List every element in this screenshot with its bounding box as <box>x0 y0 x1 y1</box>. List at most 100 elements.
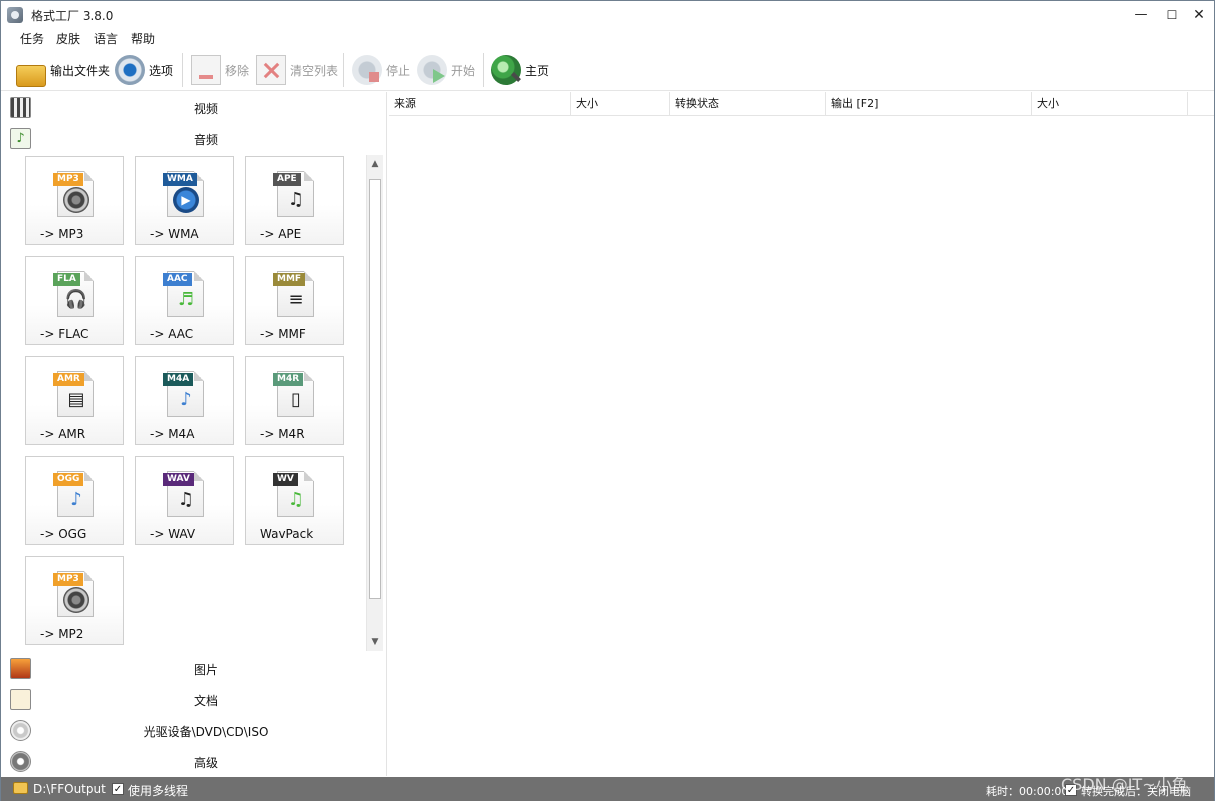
format-grid-scrollbar[interactable]: ▲ ▼ <box>366 155 383 651</box>
audio-format-grid: MP3 -> MP3 WMA ▶ -> WMA APE ♫ -> APE FLA 🎧 -> FLAC… <box>1 154 386 651</box>
format-label: -> M4A <box>150 427 195 441</box>
elapsed-time: 耗时：00:00:00 <box>986 785 1069 798</box>
category-audio-label: 音频 <box>193 133 218 147</box>
format-tile[interactable]: MP3 -> MP3 <box>25 156 124 245</box>
folder-icon[interactable] <box>13 782 28 794</box>
format-tile[interactable]: AMR ▤ -> AMR <box>25 356 124 445</box>
format-tile[interactable]: MMF ≡ -> MMF <box>245 256 344 345</box>
format-label: -> MMF <box>260 327 306 341</box>
format-tile[interactable]: OGG ♪ -> OGG <box>25 456 124 545</box>
column-status[interactable]: 转换状态 <box>670 92 826 116</box>
start-icon <box>417 55 447 85</box>
document-icon: ≡ <box>288 289 304 310</box>
toolbar: 输出文件夹 选项 移除 清空列表 停止 开始 主页 <box>1 49 1214 91</box>
speaker-icon <box>63 187 89 213</box>
format-badge: WMA <box>163 173 197 186</box>
multithread-label: 使用多线程 <box>128 784 189 798</box>
start-label: 开始 <box>451 63 476 78</box>
menu-task[interactable]: 任务 <box>18 30 46 47</box>
category-advanced-label: 高级 <box>193 756 218 770</box>
format-badge: M4A <box>163 373 194 386</box>
remove-label: 移除 <box>225 63 250 78</box>
options-button[interactable]: 选项 <box>115 53 173 87</box>
format-badge: FLA <box>53 273 80 286</box>
minimize-button[interactable]: — <box>1125 3 1157 27</box>
format-tile[interactable]: WV ♫ WavPack <box>245 456 344 545</box>
menu-skin[interactable]: 皮肤 <box>54 30 82 47</box>
format-badge: AMR <box>53 373 84 386</box>
column-size[interactable]: 大小 <box>571 92 670 116</box>
green-note-icon: ♫ <box>287 489 305 510</box>
menu-language[interactable]: 语言 <box>92 30 120 47</box>
menu-bar: 任务 皮肤 语言 帮助 <box>1 29 1214 49</box>
remove-button[interactable]: 移除 <box>191 53 249 87</box>
toolbar-separator <box>483 53 484 87</box>
stop-icon <box>352 55 382 85</box>
format-tile[interactable]: M4R ▯ -> M4R <box>245 356 344 445</box>
note-icon: ♪ <box>70 489 82 510</box>
format-tile[interactable]: WMA ▶ -> WMA <box>135 156 234 245</box>
scroll-up-arrow-icon[interactable]: ▲ <box>367 156 383 172</box>
format-label: -> WAV <box>150 527 196 541</box>
column-output[interactable]: 输出 [F2] <box>826 92 1032 116</box>
format-tile[interactable]: MP3 -> MP2 <box>25 556 124 645</box>
scanner-icon: ▤ <box>67 389 85 410</box>
category-disc-label: 光驱设备\DVD\CD\ISO <box>143 725 269 739</box>
format-badge: MMF <box>273 273 306 286</box>
format-label: -> MP2 <box>40 627 84 641</box>
format-label: -> AMR <box>40 427 86 441</box>
category-audio[interactable]: ♪ 音频 <box>1 123 386 154</box>
category-picture[interactable]: 图片 <box>1 653 386 684</box>
home-button[interactable]: 主页 <box>491 53 549 87</box>
format-tile[interactable]: APE ♫ -> APE <box>245 156 344 245</box>
format-label: WavPack <box>260 527 314 541</box>
category-video-label: 视频 <box>193 102 218 116</box>
format-badge: MP3 <box>53 173 83 186</box>
category-document[interactable]: 文档 <box>1 684 386 715</box>
format-tile[interactable]: FLA 🎧 -> FLAC <box>25 256 124 345</box>
guitar-icon: ♫ <box>287 189 305 210</box>
stop-label: 停止 <box>386 63 411 78</box>
clear-icon <box>256 55 286 85</box>
output-path[interactable]: D:\FFOutput <box>33 782 106 796</box>
title-bar: 格式工厂 3.8.0 — ☐ ✕ <box>1 1 1214 29</box>
format-label: -> M4R <box>260 427 305 441</box>
category-advanced[interactable]: 高级 <box>1 746 386 777</box>
category-picture-label: 图片 <box>193 663 218 677</box>
notes-icon: ♫ <box>177 489 195 510</box>
start-button[interactable]: 开始 <box>417 53 475 87</box>
category-panel: 视频 ♪ 音频 MP3 -> MP3 WMA ▶ -> WMA APE ♫ -> APE FLA… <box>1 92 387 776</box>
column-output-size[interactable]: 大小 <box>1032 92 1188 116</box>
format-tile[interactable]: AAC ♬ -> AAC <box>135 256 234 345</box>
scroll-down-arrow-icon[interactable]: ▼ <box>367 634 383 650</box>
options-icon <box>115 55 145 85</box>
format-badge: WAV <box>163 473 194 486</box>
output-folder-label: 输出文件夹 <box>50 63 111 78</box>
menu-help[interactable]: 帮助 <box>129 30 157 47</box>
close-button[interactable]: ✕ <box>1183 3 1215 27</box>
home-label: 主页 <box>525 63 550 78</box>
home-magnifier-icon <box>491 55 521 85</box>
app-window: 格式工厂 3.8.0 — ☐ ✕ 任务 皮肤 语言 帮助 输出文件夹 选项 移除… <box>0 0 1215 801</box>
category-video[interactable]: 视频 <box>1 92 386 123</box>
scroll-thumb[interactable] <box>369 179 381 599</box>
output-folder-button[interactable]: 输出文件夹 <box>16 53 110 87</box>
format-label: -> OGG <box>40 527 87 541</box>
format-badge: OGG <box>53 473 84 486</box>
category-disc[interactable]: 光驱设备\DVD\CD\ISO <box>1 715 386 746</box>
stop-button[interactable]: 停止 <box>352 53 410 87</box>
format-badge: AAC <box>163 273 192 286</box>
format-tile[interactable]: WAV ♫ -> WAV <box>135 456 234 545</box>
format-label: -> APE <box>260 227 302 241</box>
clear-list-label: 清空列表 <box>290 63 339 78</box>
remove-icon <box>191 55 221 85</box>
folder-icon <box>16 65 46 87</box>
column-source[interactable]: 来源 <box>389 92 571 116</box>
phone-icon: ▯ <box>291 389 301 410</box>
task-list-header: 来源 大小 转换状态 输出 [F2] 大小 <box>389 92 1214 116</box>
clear-list-button[interactable]: 清空列表 <box>256 53 338 87</box>
watermark: CSDN @IT~小鱼 <box>1061 775 1188 794</box>
multithread-checkbox[interactable]: ✓ <box>112 783 124 795</box>
task-list-panel: 来源 大小 转换状态 输出 [F2] 大小 <box>389 92 1214 776</box>
format-tile[interactable]: M4A ♪ -> M4A <box>135 356 234 445</box>
